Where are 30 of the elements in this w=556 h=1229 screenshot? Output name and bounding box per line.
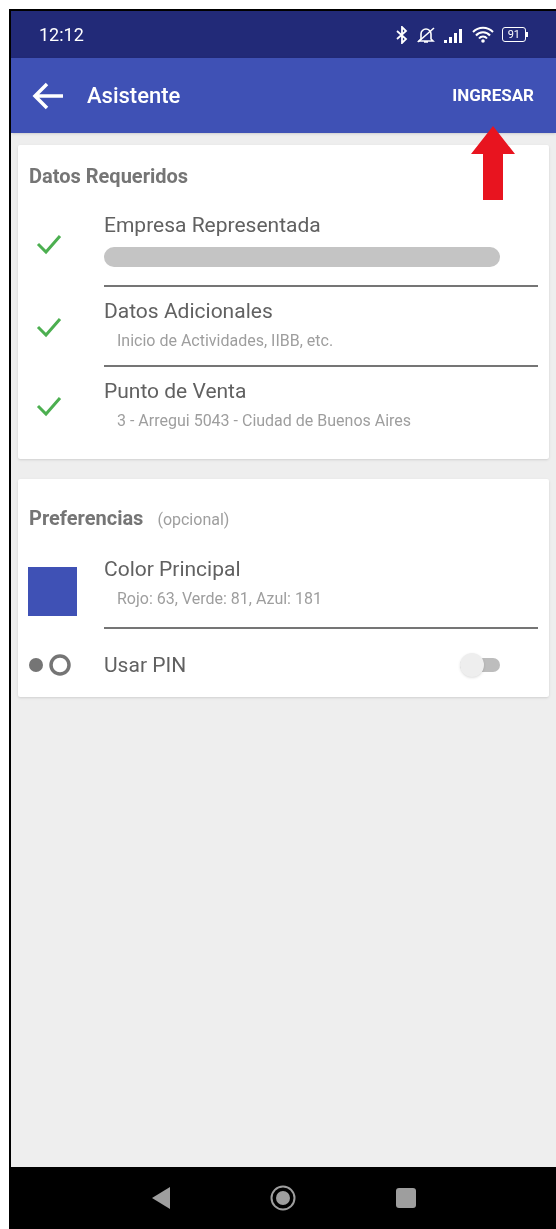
section-heading: Datos Requeridos <box>29 164 189 188</box>
item-subtitle: 3 - Arregui 5043 - Ciudad de Buenos Aires <box>116 410 413 432</box>
section-heading: Preferencias <box>29 505 144 532</box>
item-title: Punto de Venta <box>104 378 248 405</box>
signal-icon <box>443 26 464 43</box>
toggle-option-icon <box>28 654 74 676</box>
back-arrow-icon[interactable] <box>31 80 65 111</box>
status-time: 12:12 <box>39 23 84 47</box>
home-icon[interactable] <box>269 1185 296 1211</box>
wifi-icon <box>471 26 494 43</box>
back-icon[interactable] <box>151 1187 170 1209</box>
list-item[interactable]: Datos Adicionales Inicio de Actividades, IIBB, etc. <box>18 287 549 367</box>
battery-icon: 91 <box>501 27 528 42</box>
app-title: Asistente <box>87 82 181 110</box>
item-title: Empresa Representada <box>104 212 322 239</box>
item-subtitle: Inicio de Actividades, IIBB, etc. <box>116 330 335 352</box>
bluetooth-icon <box>395 25 408 44</box>
item-subtitle: Rojo: 63, Verde: 81, Azul: 181 <box>116 588 323 610</box>
section-note: (opcional) <box>157 509 230 531</box>
ingresar-button[interactable]: INGRESAR <box>452 82 534 109</box>
pin-switch[interactable] <box>460 653 500 677</box>
item-title: Color Principal <box>104 556 242 583</box>
item-title: Usar PIN <box>104 652 187 679</box>
list-item[interactable]: Punto de Venta 3 - Arregui 5043 - Ciudad de Buenos Aires <box>18 367 549 445</box>
muted-bell-icon <box>415 25 436 44</box>
list-item[interactable]: Color Principal Rojo: 63, Verde: 81, Azul: 181 <box>18 553 549 629</box>
item-title: Datos Adicionales <box>104 298 274 325</box>
list-item[interactable]: Empresa Representada <box>18 201 549 287</box>
recents-icon[interactable] <box>395 1188 416 1208</box>
list-item[interactable]: Usar PIN <box>18 651 549 679</box>
